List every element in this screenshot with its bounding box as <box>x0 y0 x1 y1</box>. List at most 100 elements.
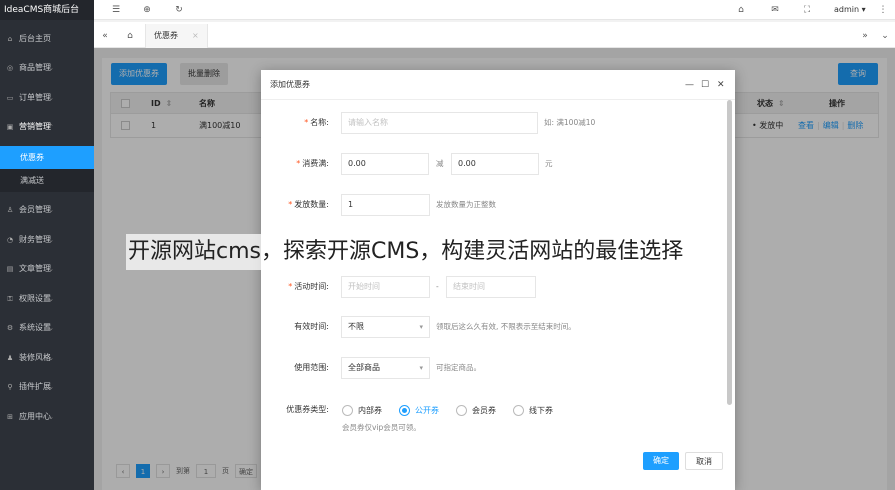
plugin-icon: ⚲ <box>7 383 13 391</box>
validity-select[interactable]: 不限 ▾ <box>341 316 430 338</box>
sidebar-item-label: 权限设置 <box>19 294 51 303</box>
time-separator: - <box>436 282 439 291</box>
maximize-icon[interactable]: ☐ <box>701 70 709 100</box>
tab-bar: « ⌂ 优惠券 × » ⌄ <box>94 22 895 48</box>
home-tab-icon[interactable]: ⌂ <box>123 24 137 48</box>
quantity-hint: 发放数量为正整数 <box>436 200 496 209</box>
message-icon[interactable]: ✉ <box>768 0 782 20</box>
threshold-label: * 消费满: <box>296 159 329 168</box>
sidebar-item-system[interactable]: ⚙ 系统设置 ⌄ <box>0 318 94 338</box>
tab-label: 优惠券 <box>154 31 178 40</box>
sidebar-item-label: 装修风格 <box>19 353 51 362</box>
sidebar: IdeaCMS商城后台 ⌂ 后台主页 ◎ 商品管理 ⌄ ▭ 订单管理 ⌄ ▣ 营销管理 ⌃ 优… <box>0 0 94 490</box>
chevron-down-icon: ⌄ <box>48 236 54 244</box>
sidebar-item-label: 文章管理 <box>19 264 51 273</box>
chevron-down-icon: ⌄ <box>48 64 54 72</box>
currency-unit: 元 <box>545 159 553 168</box>
sidebar-item-label: 会员管理 <box>19 205 51 214</box>
chevron-down-icon: ▾ <box>419 323 423 331</box>
minus-label: 减 <box>436 159 444 168</box>
end-time-input[interactable]: 结束时间 <box>446 276 536 298</box>
dialog-title: 添加优惠券 <box>270 80 310 89</box>
close-icon[interactable]: ✕ <box>717 70 725 100</box>
cancel-button[interactable]: 取消 <box>685 452 723 470</box>
order-icon: ▭ <box>6 94 14 102</box>
user-icon: ♙ <box>6 206 14 214</box>
sidebar-item-label: 应用中心 <box>19 412 51 421</box>
time-label: * 活动时间: <box>288 282 329 291</box>
sidebar-subitem-coupons[interactable]: 优惠券 <box>0 146 94 169</box>
coupon-type-radio-group: 内部券 公开券 会员券 线下券 <box>342 403 570 417</box>
radio-public[interactable]: 公开券 <box>399 404 439 416</box>
article-icon: ▤ <box>6 265 14 273</box>
type-label: 优惠券类型: <box>286 405 329 414</box>
chevron-down-icon[interactable]: ⌄ <box>878 24 892 48</box>
radio-offline[interactable]: 线下券 <box>513 404 553 416</box>
chevron-up-icon: ⌃ <box>48 123 54 131</box>
name-input[interactable]: 请输入名称 <box>341 112 538 134</box>
app-logo: IdeaCMS商城后台 <box>0 0 94 20</box>
start-time-input[interactable]: 开始时间 <box>341 276 430 298</box>
sidebar-item-home[interactable]: ⌂ 后台主页 <box>0 29 94 49</box>
more-icon[interactable]: ⋮ <box>876 0 890 20</box>
sidebar-item-permissions[interactable]: ⚿ 权限设置 ⌄ <box>0 289 94 309</box>
fullscreen-icon[interactable]: ⛶ <box>800 0 814 20</box>
name-label: * 名称: <box>304 118 329 127</box>
admin-user-menu[interactable]: admin ▾ <box>834 0 866 20</box>
add-coupon-dialog: 添加优惠券 — ☐ ✕ * 名称: 请输入名称 如: 满100减10 * 消费满: … <box>261 70 735 490</box>
sidebar-item-finance[interactable]: ◔ 财务管理 ⌄ <box>0 230 94 250</box>
dialog-scrollbar[interactable] <box>727 100 732 405</box>
close-icon[interactable]: × <box>192 31 199 40</box>
sidebar-item-articles[interactable]: ▤ 文章管理 ⌄ <box>0 259 94 279</box>
sidebar-item-plugins[interactable]: ⚲ 插件扩展 ⌄ <box>0 377 94 397</box>
sidebar-item-apps[interactable]: ⊞ 应用中心 ⌄ <box>0 407 94 427</box>
threshold-input[interactable]: 0.00 <box>341 153 429 175</box>
finance-icon: ◔ <box>6 236 14 244</box>
menu-toggle-icon[interactable]: ☰ <box>109 0 123 20</box>
sidebar-item-label: 插件扩展 <box>19 382 51 391</box>
tab-coupons[interactable]: 优惠券 × <box>145 24 208 48</box>
sidebar-item-label: 财务管理 <box>19 235 51 244</box>
sidebar-item-label: 订单管理 <box>19 93 51 102</box>
sidebar-item-members[interactable]: ♙ 会员管理 ⌄ <box>0 200 94 220</box>
sidebar-item-label: 营销管理 <box>19 122 51 131</box>
chevron-down-icon: ⌄ <box>48 295 54 303</box>
goods-icon: ◎ <box>6 64 14 72</box>
settings-icon: ⚙ <box>6 324 14 332</box>
type-note: 会员券仅vip会员可领。 <box>342 423 421 432</box>
chevron-down-icon: ⌄ <box>48 324 54 332</box>
radio-internal[interactable]: 内部券 <box>342 404 382 416</box>
tabs-right-icon[interactable]: » <box>858 24 872 48</box>
validity-hint: 领取后这么久有效, 不限表示至结束时间。 <box>436 322 576 331</box>
chevron-down-icon: ⌄ <box>48 383 54 391</box>
chevron-down-icon: ⌄ <box>48 206 54 214</box>
chevron-down-icon: ⌄ <box>48 265 54 273</box>
minimize-icon[interactable]: — <box>685 70 694 100</box>
name-hint: 如: 满100减10 <box>544 118 596 127</box>
tabs-left-icon[interactable]: « <box>98 24 112 48</box>
confirm-button[interactable]: 确定 <box>643 452 679 470</box>
sidebar-item-orders[interactable]: ▭ 订单管理 ⌄ <box>0 88 94 108</box>
scope-hint: 可指定商品。 <box>436 363 481 372</box>
refresh-icon[interactable]: ↻ <box>172 0 186 20</box>
scope-label: 使用范围: <box>294 363 329 372</box>
sidebar-subitem-full-reduction[interactable]: 满减送 <box>0 169 94 192</box>
globe-icon[interactable]: ⊕ <box>140 0 154 20</box>
radio-member[interactable]: 会员券 <box>456 404 496 416</box>
scope-select[interactable]: 全部商品 ▾ <box>341 357 430 379</box>
tag-icon[interactable]: ⌂ <box>734 0 748 20</box>
sidebar-item-goods[interactable]: ◎ 商品管理 ⌄ <box>0 58 94 78</box>
home-icon: ⌂ <box>7 35 13 43</box>
sidebar-item-label: 后台主页 <box>19 34 51 43</box>
marketing-icon: ▣ <box>6 123 14 131</box>
theme-icon: ♟ <box>6 354 14 362</box>
permission-icon: ⚿ <box>7 295 13 303</box>
chevron-down-icon: ⌄ <box>48 354 54 362</box>
validity-label: 有效时间: <box>294 322 329 331</box>
sidebar-item-label: 商品管理 <box>19 63 51 72</box>
discount-input[interactable]: 0.00 <box>451 153 539 175</box>
quantity-input[interactable]: 1 <box>341 194 430 216</box>
sidebar-item-marketing[interactable]: ▣ 营销管理 ⌃ <box>0 117 94 137</box>
sidebar-item-theme[interactable]: ♟ 装修风格 ⌄ <box>0 348 94 368</box>
sidebar-item-label: 系统设置 <box>19 323 51 332</box>
